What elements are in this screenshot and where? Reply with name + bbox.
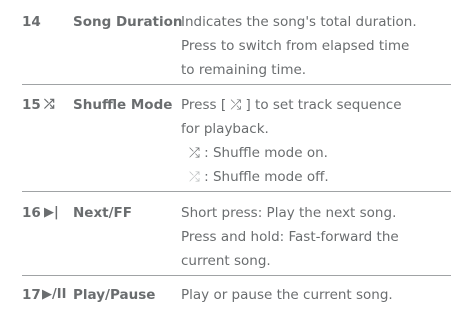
row-description: Play or pause the current song.: [181, 283, 451, 307]
row-name: Shuffle Mode: [73, 97, 173, 113]
row-number: 15: [22, 97, 41, 113]
description-line: Press and hold: Fast-forward the: [181, 229, 399, 245]
shuffle-off-icon: ⤮: [189, 169, 200, 185]
shuffle-on-line: ⤮ : Shuffle mode on.: [181, 141, 451, 165]
description-line: Short press: Play the next song.: [181, 205, 397, 221]
next-icon: ▶|: [44, 205, 59, 220]
row-number: 16: [22, 205, 41, 221]
description-line: Press to switch from elapsed time: [181, 38, 410, 54]
row-number: 14: [22, 14, 41, 30]
row-name: Next/FF: [73, 205, 132, 221]
row-divider: [22, 275, 451, 276]
description-line: Press [ ⤮ ] to set track sequence: [181, 97, 402, 113]
row-name: Play/Pause: [73, 287, 156, 303]
row-description: Press [ ⤮ ] to set track sequence for pl…: [181, 93, 451, 189]
description-line: to remaining time.: [181, 62, 307, 78]
row-number: 17: [22, 287, 41, 303]
row-divider: [22, 191, 451, 192]
shuffle-on-text: : Shuffle mode on.: [199, 145, 328, 161]
row-description: Short press: Play the next song. Press a…: [181, 201, 451, 273]
description-line: for playback.: [181, 121, 269, 137]
row-name: Song Duration: [73, 14, 183, 30]
row-divider: [22, 84, 451, 85]
play-pause-icon: ▶/II: [42, 287, 67, 302]
shuffle-icon: ⤮: [44, 97, 55, 112]
shuffle-off-text: : Shuffle mode off.: [199, 169, 329, 185]
description-line: current song.: [181, 253, 271, 269]
description-line: Indicates the song's total duration.: [181, 14, 417, 30]
description-line: Play or pause the current song.: [181, 287, 393, 303]
row-description: Indicates the song's total duration. Pre…: [181, 10, 451, 82]
shuffle-on-icon: ⤮: [189, 145, 200, 161]
shuffle-off-line: ⤮ : Shuffle mode off.: [181, 165, 451, 189]
